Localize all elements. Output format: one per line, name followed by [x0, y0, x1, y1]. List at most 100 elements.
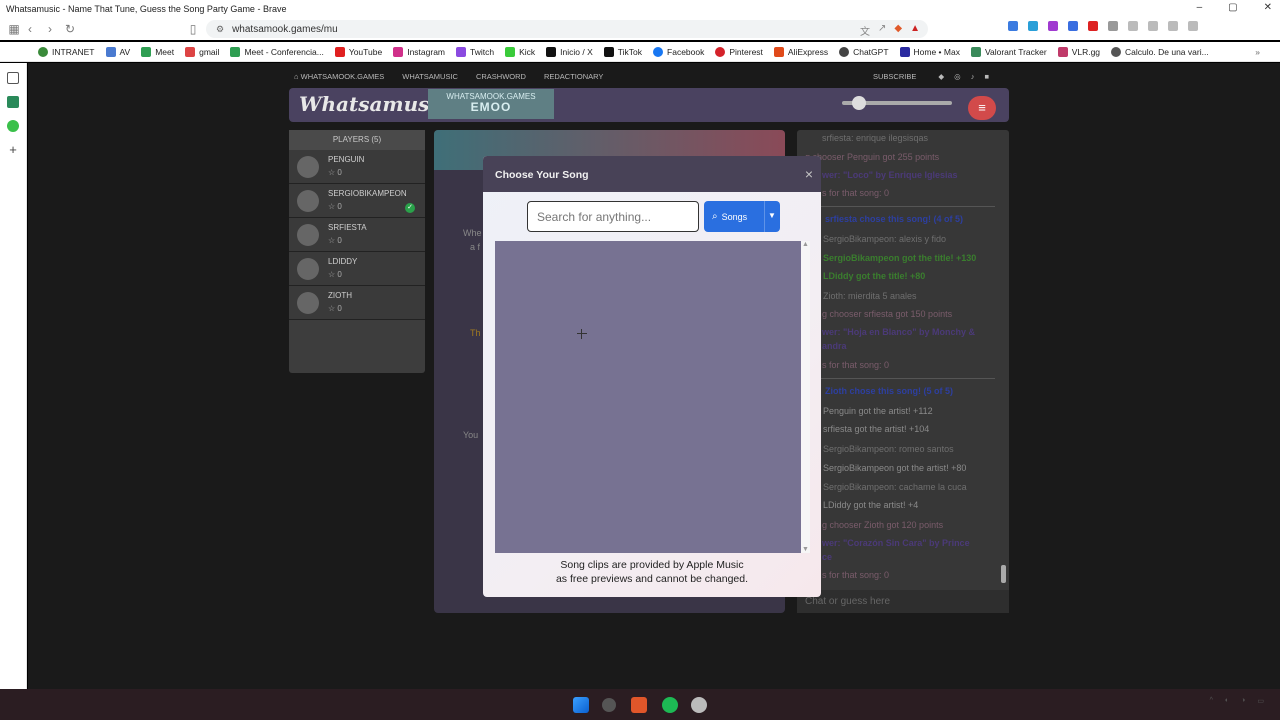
- sidebar-add-icon[interactable]: +: [7, 143, 19, 156]
- bookmark-item[interactable]: Instagram: [393, 46, 445, 57]
- sidebar-app-icon[interactable]: [7, 96, 19, 108]
- site-logo[interactable]: Whatsamusic: [299, 92, 449, 116]
- chat-scrollbar[interactable]: [1001, 565, 1006, 583]
- nav-link-redactionary[interactable]: REDACTIONARY: [544, 72, 603, 81]
- tiktok-icon[interactable]: ♪: [971, 72, 975, 81]
- maximize-icon[interactable]: ▢: [1228, 2, 1237, 13]
- extensions-puzzle-icon[interactable]: [1128, 21, 1138, 31]
- modal-title: Choose Your Song: [495, 169, 589, 181]
- nav-link-crashword[interactable]: CRASHWORD: [476, 72, 526, 81]
- sidebar-panel-icon[interactable]: [7, 72, 19, 84]
- window-titlebar: Whatsamusic - Name That Tune, Guess the …: [0, 0, 1280, 18]
- search-input[interactable]: [527, 201, 699, 232]
- bookmark-item[interactable]: Kick: [505, 46, 535, 57]
- avatar: [297, 292, 319, 314]
- chat-message: g chooser srfiesta got 150 points: [822, 309, 953, 319]
- sidebar-toggle-icon[interactable]: [1168, 21, 1178, 31]
- volume-icon[interactable]: ◑: [1241, 697, 1245, 705]
- menu-icon[interactable]: [1188, 21, 1198, 31]
- bookmark-icon[interactable]: ▯: [183, 22, 203, 36]
- url-bar[interactable]: ⚙ whatsamook.games/mu 文 ↗ ◆ ▲: [206, 20, 928, 38]
- avatar: [297, 224, 319, 246]
- chat-message: ce: [822, 552, 833, 562]
- taskbar-app-icon[interactable]: [691, 697, 707, 713]
- bookmark-item[interactable]: Valorant Tracker: [970, 46, 1047, 57]
- extension-icon[interactable]: [1068, 21, 1078, 31]
- wallet-icon[interactable]: [1148, 21, 1158, 31]
- results-scrollbar[interactable]: ▲ ▼: [801, 241, 810, 553]
- nav-link-whatsamusic[interactable]: WHATSAMUSIC: [402, 72, 458, 81]
- bookmark-item[interactable]: YouTube: [334, 46, 382, 57]
- scroll-down-icon[interactable]: ▼: [802, 546, 809, 553]
- bookmark-item[interactable]: Twitch: [456, 46, 494, 57]
- search-results-list[interactable]: [495, 241, 802, 553]
- chat-message: andra: [822, 341, 847, 351]
- bookmark-item[interactable]: AV: [105, 46, 130, 57]
- twitter-icon[interactable]: ◆: [938, 72, 944, 81]
- check-icon: ✓: [405, 203, 415, 213]
- site-nav-right: SUBSCRIBE ◆ ◎ ♪ ■: [873, 72, 989, 81]
- windows-start-icon[interactable]: [573, 697, 589, 713]
- chat-message: srfiesta chose this song! (4 of 5): [825, 214, 964, 224]
- bookmark-item[interactable]: VLR.gg: [1057, 46, 1100, 57]
- chat-message: srfiesta: enrique ilegsisqas: [822, 133, 929, 143]
- bookmark-item[interactable]: Pinterest: [715, 46, 763, 57]
- extension-icon[interactable]: [1008, 21, 1018, 31]
- battery-icon[interactable]: ▭: [1257, 697, 1264, 705]
- extension-icon[interactable]: [1028, 21, 1038, 31]
- bookmark-item[interactable]: ChatGPT: [839, 46, 889, 57]
- reload-icon[interactable]: ↻: [60, 22, 80, 36]
- taskbar-app-icon[interactable]: [602, 698, 616, 712]
- bookmark-item[interactable]: Facebook: [653, 46, 704, 57]
- bookmark-item[interactable]: TikTok: [603, 46, 642, 57]
- extension-icon[interactable]: [1088, 21, 1098, 31]
- bookmark-item[interactable]: AliExpress: [773, 46, 828, 57]
- volume-knob[interactable]: [852, 96, 866, 110]
- more-bookmarks-icon[interactable]: »: [1255, 47, 1260, 57]
- player-row: SERGIOBIKAMPEON ☆ 0 ✓: [289, 184, 425, 218]
- bookmark-item[interactable]: Meet - Conferencia...: [230, 46, 324, 57]
- modal-header: Choose Your Song ×: [483, 156, 821, 192]
- brave-rewards-icon[interactable]: ▲: [910, 23, 920, 38]
- instagram-icon[interactable]: ◎: [954, 72, 961, 81]
- bookmark-item[interactable]: Calculo. De una vari...: [1111, 46, 1209, 57]
- extension-icon[interactable]: [1108, 21, 1118, 31]
- close-icon[interactable]: ×: [805, 166, 813, 182]
- scroll-up-icon[interactable]: ▲: [802, 241, 809, 248]
- tray-chevron-icon[interactable]: ^: [1210, 697, 1213, 705]
- brave-shield-icon[interactable]: ◆: [894, 23, 902, 38]
- site-info-icon[interactable]: ⚙: [216, 24, 224, 35]
- subscribe-link[interactable]: SUBSCRIBE: [873, 72, 916, 81]
- chat-message: wer: "Hoja en Blanco" by Monchy &: [822, 327, 976, 337]
- share-icon[interactable]: ↗: [878, 23, 886, 38]
- sidebar-whatsapp-icon[interactable]: [7, 120, 19, 132]
- bookmark-item[interactable]: Inicio / X: [546, 46, 593, 57]
- volume-slider[interactable]: [842, 96, 952, 110]
- brave-taskbar-icon[interactable]: [631, 697, 647, 713]
- translate-icon[interactable]: 文: [860, 23, 870, 38]
- bookmark-item[interactable]: INTRANET: [38, 46, 95, 57]
- nav-link-home[interactable]: ⌂ WHATSAMOOK.GAMES: [294, 72, 384, 81]
- close-window-icon[interactable]: ✕: [1264, 2, 1272, 13]
- bookmark-item[interactable]: Home • Max: [899, 46, 960, 57]
- menu-button[interactable]: ≡: [968, 96, 996, 120]
- bookmark-item[interactable]: Meet: [141, 46, 174, 57]
- spotify-icon[interactable]: [662, 697, 678, 713]
- player-name: PENGUIN: [328, 155, 365, 164]
- chat-message: SergioBikampeon: cachame la cuca: [823, 482, 967, 492]
- chat-divider: [805, 378, 995, 379]
- chat-message: SergioBikampeon got the artist! +80: [823, 463, 967, 473]
- mouse-cursor: [577, 329, 587, 339]
- chat-message: Zioth: mierdita 5 anales: [823, 291, 917, 301]
- chat-message: Zioth chose this song! (5 of 5): [825, 386, 953, 396]
- network-icon[interactable]: ◐: [1225, 697, 1229, 705]
- discord-icon[interactable]: ■: [984, 72, 989, 81]
- bookmark-item[interactable]: gmail: [185, 46, 219, 57]
- minimize-icon[interactable]: –: [1197, 2, 1203, 13]
- chat-input[interactable]: Chat or guess here: [797, 590, 1009, 613]
- filter-dropdown-button[interactable]: ⌕ Songs ▼: [704, 201, 780, 232]
- back-icon[interactable]: ‹: [20, 22, 40, 36]
- extension-icon[interactable]: [1048, 21, 1058, 31]
- forward-icon[interactable]: ›: [40, 22, 60, 36]
- chevron-down-icon[interactable]: ▼: [768, 211, 776, 220]
